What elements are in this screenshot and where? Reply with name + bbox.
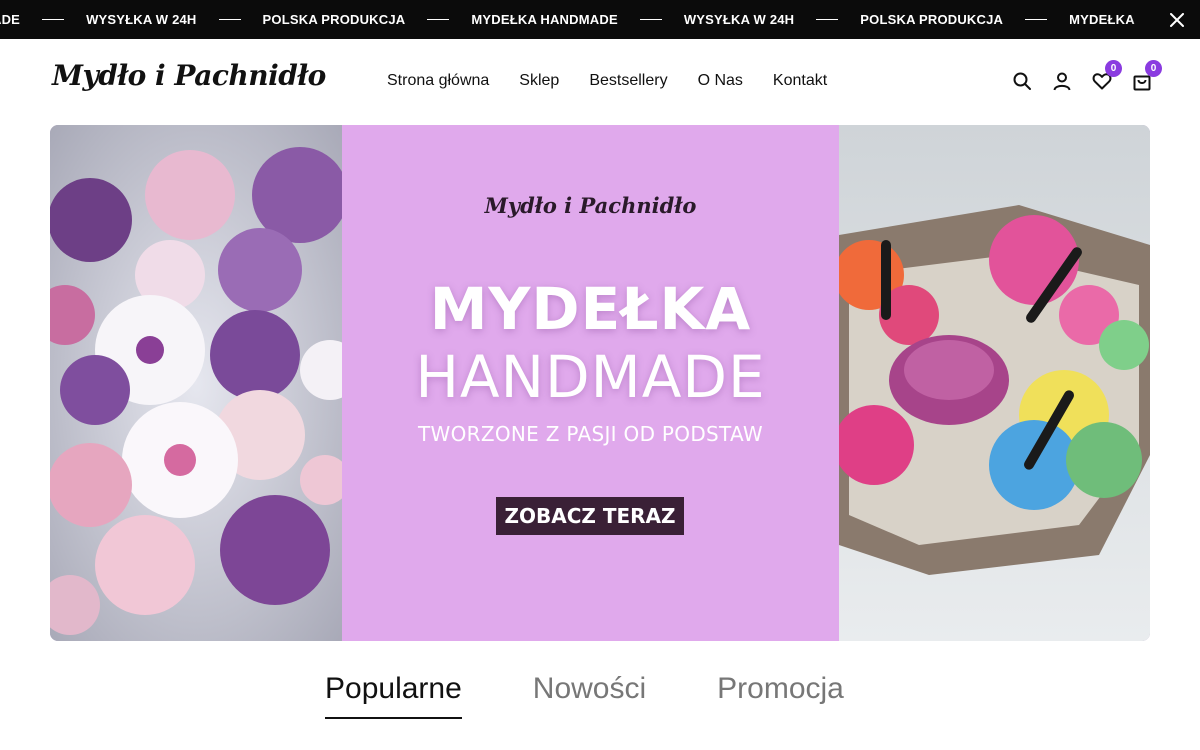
hero-title-line1: MYDEŁKA — [429, 275, 752, 343]
announcement-item: ADE — [0, 12, 21, 27]
hero-title-line2: HANDMADE — [415, 343, 766, 411]
announcement-item: POLSKA PRODUKCJA — [860, 12, 1004, 27]
butterfly-soaps-image — [839, 125, 1150, 641]
product-tabs: Popularne Nowości Promocja — [325, 672, 844, 722]
hero-subtitle: TWORZONE Z PASJI OD PODSTAW — [418, 422, 763, 446]
announcement-item: WYSYŁKA W 24H — [683, 12, 795, 27]
announcement-divider — [218, 19, 241, 20]
flower-soaps-illustration — [50, 125, 342, 641]
tab-new[interactable]: Nowości — [533, 672, 646, 718]
tab-popular[interactable]: Popularne — [325, 672, 462, 719]
flower-soaps-image — [50, 125, 342, 641]
hero-logo: Mydło i Pachnidło — [484, 193, 697, 218]
announcement-item: MYDEŁKA HANDMADE — [471, 12, 618, 27]
close-icon — [1170, 12, 1184, 27]
announcement-marquee: ADE WYSYŁKA W 24H POLSKA PRODUKCJA MYDEŁ… — [0, 0, 1135, 39]
user-icon — [1053, 72, 1071, 91]
nav-item-home[interactable]: Strona główna — [387, 72, 489, 90]
nav-item-bestsellers[interactable]: Bestsellery — [589, 72, 667, 90]
wishlist-count-badge: 0 — [1105, 60, 1122, 77]
announcement-divider — [42, 19, 65, 20]
announcement-divider — [816, 19, 839, 20]
nav-item-shop[interactable]: Sklep — [519, 72, 559, 90]
announcement-divider — [639, 19, 662, 20]
account-button[interactable] — [1052, 71, 1072, 91]
nav-item-about[interactable]: O Nas — [698, 72, 743, 90]
search-icon — [1013, 72, 1031, 90]
announcement-item: WYSYŁKA W 24H — [86, 12, 197, 27]
close-announcement-button[interactable] — [1130, 0, 1200, 39]
nav-item-contact[interactable]: Kontakt — [773, 72, 827, 90]
main-nav: Strona główna Sklep Bestsellery O Nas Ko… — [387, 72, 827, 90]
butterfly-soaps-illustration — [839, 125, 1150, 641]
cart-button[interactable]: 0 — [1132, 60, 1162, 91]
announcement-divider — [427, 19, 450, 20]
site-header: Mydło i Pachnidło Strona główna Sklep Be… — [0, 39, 1200, 125]
tab-promotion[interactable]: Promocja — [717, 672, 844, 718]
announcement-divider — [1025, 19, 1048, 20]
hero-cta-button[interactable]: ZOBACZ TERAZ — [496, 497, 684, 535]
header-icons: 0 0 — [1012, 60, 1162, 91]
hero-banner[interactable]: Mydło i Pachnidło MYDEŁKA HANDMADE TWORZ… — [50, 125, 1150, 641]
wishlist-button[interactable]: 0 — [1092, 60, 1122, 91]
hero-center-panel: Mydło i Pachnidło MYDEŁKA HANDMADE TWORZ… — [342, 125, 839, 641]
search-button[interactable] — [1012, 71, 1032, 91]
announcement-bar: ADE WYSYŁKA W 24H POLSKA PRODUKCJA MYDEŁ… — [0, 0, 1200, 39]
site-logo[interactable]: Mydło i Pachnidło — [52, 59, 326, 92]
cart-count-badge: 0 — [1145, 60, 1162, 77]
announcement-item: POLSKA PRODUKCJA — [262, 12, 406, 27]
announcement-item: MYDEŁKA — [1069, 12, 1135, 27]
